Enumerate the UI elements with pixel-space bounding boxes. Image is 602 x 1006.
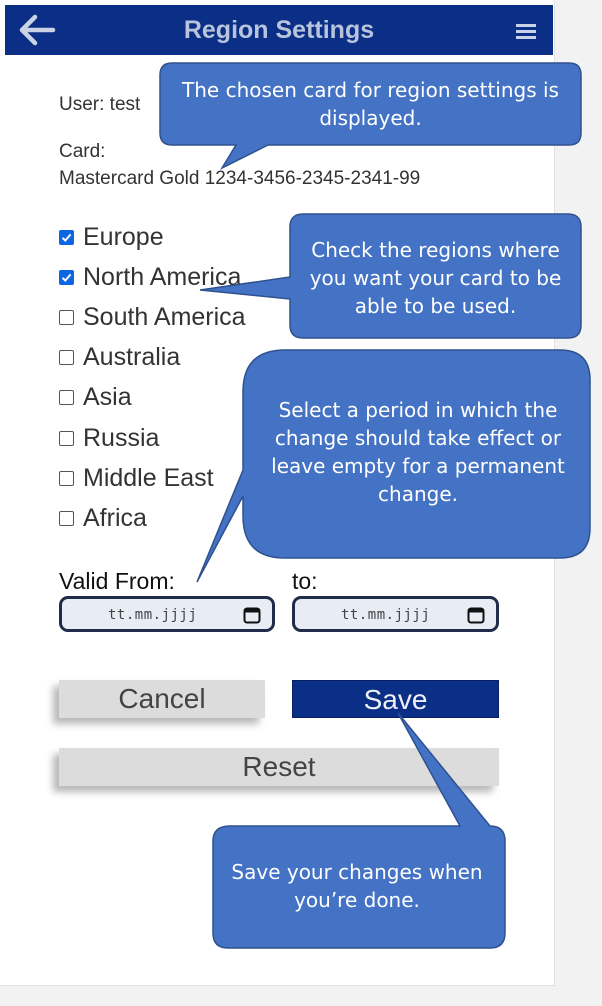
region-option[interactable]: Russia [59,423,159,453]
card-value: Mastercard Gold 1234-3456-2345-2341-99 [59,168,421,189]
calendar-icon[interactable] [467,606,485,624]
region-option[interactable]: North America [59,262,241,292]
region-label: Australia [83,343,181,372]
page-title: Region Settings [183,16,375,44]
save-button[interactable]: Save [292,680,499,718]
valid-from-date-input[interactable]: tt.mm.jjjj [59,596,275,632]
region-label: South America [83,302,246,331]
region-label: Middle East [83,463,214,492]
region-option[interactable]: Africa [59,503,147,533]
valid-to-placeholder: tt.mm.jjjj [341,607,431,623]
checkmark-icon [61,273,72,282]
region-label: Africa [83,503,147,532]
cancel-button[interactable]: Cancel [59,680,265,718]
region-checkbox[interactable] [59,229,74,245]
card-label: Card: [59,141,106,162]
region-label: Asia [83,383,132,412]
region-checkbox[interactable] [59,309,74,325]
user-info: User: test [59,94,141,115]
region-option[interactable]: Asia [59,383,132,413]
hamburger-menu-icon [516,24,536,27]
callout-card-text: The chosen card for region settings is d… [182,78,559,130]
region-checkbox[interactable] [59,350,74,366]
region-checkbox[interactable] [59,390,74,406]
region-option[interactable]: South America [59,302,246,332]
callout-regions-text: Check the regions where you want your ca… [309,238,562,318]
region-checkbox[interactable] [59,430,74,446]
region-option[interactable]: Middle East [59,463,214,493]
region-option[interactable]: Europe [59,222,164,252]
hamburger-menu-icon-bar [516,36,536,39]
region-option[interactable]: Australia [59,343,180,373]
menu-button[interactable] [516,24,538,40]
valid-from-placeholder: tt.mm.jjjj [108,607,198,623]
region-label: Russia [83,423,160,452]
callout-period-text: Select a period in which the change shou… [271,398,565,506]
region-checkbox[interactable] [59,269,74,285]
valid-to-date-input[interactable]: tt.mm.jjjj [292,596,499,632]
region-checkbox[interactable] [59,470,74,486]
valid-to-label: to: [292,568,318,594]
region-label: Europe [83,222,164,251]
region-label: North America [83,262,242,291]
valid-from-label: Valid From: [59,568,175,594]
region-checkbox[interactable] [59,510,74,526]
reset-button[interactable]: Reset [59,748,499,786]
calendar-icon[interactable] [243,606,261,624]
callout-save-text: Save your changes when you’re done. [231,860,483,912]
header-bar: Region Settings [5,5,553,55]
checkmark-icon [61,233,72,242]
hamburger-menu-icon-bar [516,30,536,33]
